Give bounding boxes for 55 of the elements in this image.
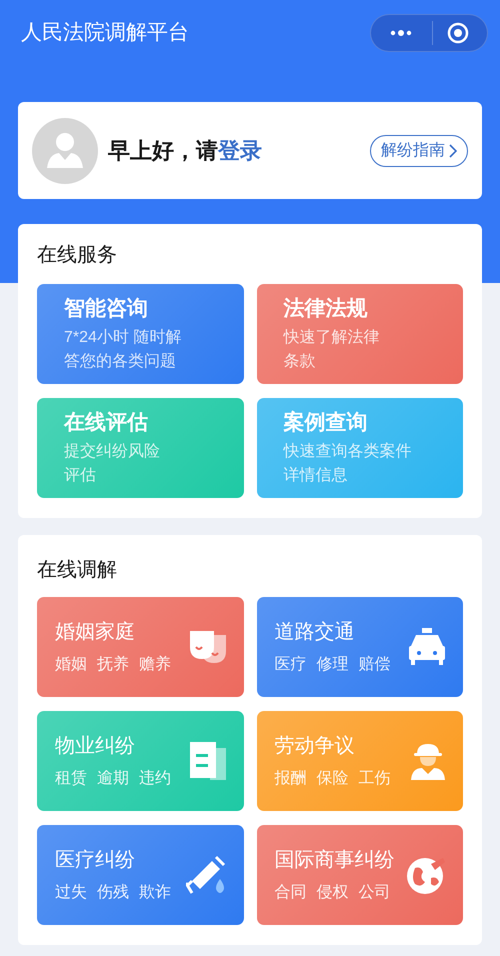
tag-label: 逾期 bbox=[97, 769, 129, 789]
tile-title: 国际商事纠纷 bbox=[274, 848, 396, 873]
tag-label: 婚姻 bbox=[55, 655, 87, 675]
tile-title: 在线评估 bbox=[64, 410, 149, 436]
service-tile[interactable]: 劳动争议 报酬 保险 工伤 bbox=[256, 711, 463, 811]
avatar-icon bbox=[32, 118, 98, 184]
tag-label: 公司 bbox=[358, 883, 390, 903]
service-tile[interactable]: 案例查询 快速查询各类案件 详情信息 bbox=[256, 398, 463, 498]
section-title: 在线调解 bbox=[37, 558, 118, 583]
tile-title: 医疗纠纷 bbox=[55, 848, 136, 873]
tag-label: 抚养 bbox=[97, 654, 129, 675]
tag-label: 过失 bbox=[55, 882, 87, 903]
guide-button[interactable]: 解纷指南 bbox=[370, 134, 468, 166]
service-tile[interactable]: 国际商事纠纷 合同 侵权 公司 bbox=[256, 825, 463, 925]
worker-icon bbox=[409, 742, 447, 780]
tile-title: 劳动争议 bbox=[274, 734, 356, 759]
tag-label: 欺诈 bbox=[139, 883, 171, 903]
tile-title: 智能咨询 bbox=[64, 296, 149, 322]
tag-label: 合同 bbox=[274, 883, 306, 903]
tile-description: 7*24小时 随时解 答您的各类问题 bbox=[64, 328, 182, 372]
tag-label: 租赁 bbox=[55, 769, 87, 789]
capsule-menu[interactable] bbox=[370, 14, 488, 52]
tile-title: 婚姻家庭 bbox=[55, 620, 136, 645]
tag-label: 伤残 bbox=[97, 882, 129, 903]
service-tile[interactable]: 物业纠纷 租赁 逾期 违约 bbox=[37, 711, 244, 811]
greeting: 早上好，请 bbox=[108, 138, 218, 163]
tag-label: 赔偿 bbox=[358, 654, 390, 675]
tag-label: 工伤 bbox=[358, 769, 390, 789]
more-icon[interactable] bbox=[390, 30, 412, 36]
tile-description: 快速了解法律 条款 bbox=[284, 328, 380, 372]
service-tile[interactable]: 在线评估 提交纠纷风险 评估 bbox=[37, 398, 244, 498]
tag-label: 修理 bbox=[316, 655, 348, 675]
service-tile[interactable]: 医疗纠纷 过失 伤残 欺诈 bbox=[37, 825, 244, 925]
building-icon bbox=[188, 742, 228, 780]
section-title: 在线服务 bbox=[37, 243, 118, 268]
tag-label: 赡养 bbox=[139, 654, 171, 675]
tile-description: 提交纠纷风险 评估 bbox=[64, 442, 160, 486]
service-tile[interactable]: 婚姻家庭 婚姻 抚养 赡养 bbox=[37, 597, 244, 697]
tile-title: 物业纠纷 bbox=[55, 734, 136, 759]
app-title: 人民法院调解平台 bbox=[21, 20, 189, 46]
service-tile[interactable]: 法律法规 快速了解法律 条款 bbox=[256, 284, 463, 384]
service-tile[interactable]: 道路交通 医疗 修理 赔偿 bbox=[256, 597, 463, 697]
tile-title: 法律法规 bbox=[284, 296, 368, 322]
service-tile[interactable]: 智能咨询 7*24小时 随时解 答您的各类问题 bbox=[37, 284, 244, 384]
taxi-icon bbox=[407, 628, 447, 666]
tile-description: 快速查询各类案件 详情信息 bbox=[284, 441, 412, 486]
tag-label: 侵权 bbox=[316, 883, 348, 903]
tag-label: 违约 bbox=[139, 768, 171, 789]
tag-label: 保险 bbox=[316, 769, 348, 789]
login-link[interactable]: 登录 bbox=[218, 138, 262, 163]
tile-title: 案例查询 bbox=[284, 410, 368, 436]
chevron-right-icon bbox=[449, 144, 457, 158]
tile-title: 道路交通 bbox=[274, 620, 356, 645]
tag-label: 报酬 bbox=[274, 769, 306, 789]
tag-label: 医疗 bbox=[274, 654, 306, 675]
